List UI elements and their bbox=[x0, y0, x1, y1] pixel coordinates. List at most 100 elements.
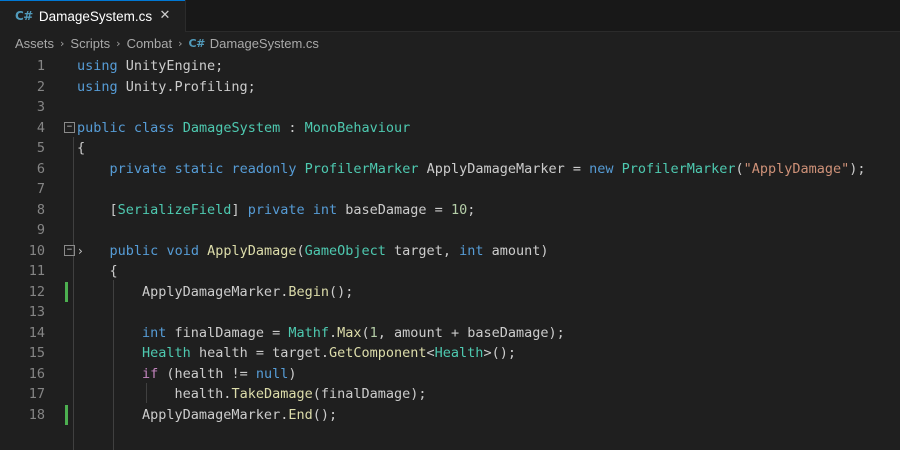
code-token: >(); bbox=[483, 345, 516, 362]
chevron-right-icon: › bbox=[60, 36, 65, 50]
line-number: 17 bbox=[28, 386, 45, 403]
code-text: [SerializeField] private int baseDamage … bbox=[77, 201, 476, 218]
code-token: baseDamage = bbox=[337, 201, 451, 218]
code-token: "ApplyDamage" bbox=[743, 160, 850, 177]
code-token: End bbox=[288, 406, 313, 423]
code-token: (); bbox=[328, 283, 354, 300]
code-text: { bbox=[77, 140, 85, 156]
code-line[interactable]: 9 bbox=[0, 220, 900, 241]
code-token: using bbox=[77, 58, 118, 75]
code-line[interactable]: 16 if (health != null) bbox=[0, 364, 900, 385]
code-token: ( bbox=[735, 160, 744, 177]
breadcrumb-item-file[interactable]: C# DamageSystem.cs bbox=[189, 36, 319, 51]
code-line[interactable]: 18 ApplyDamageMarker.End(); bbox=[0, 404, 900, 426]
code-text: health.TakeDamage(finalDamage); bbox=[77, 386, 427, 402]
fold-collapse-icon[interactable]: − bbox=[64, 245, 75, 257]
code-line[interactable]: 17 health.TakeDamage(finalDamage); bbox=[0, 384, 900, 405]
code-token: GameObject bbox=[304, 242, 386, 259]
code-token: ProfilerMarker bbox=[621, 160, 736, 177]
fold-collapse-icon[interactable]: − bbox=[64, 122, 75, 134]
code-line[interactable]: 6 private static readonly ProfilerMarker… bbox=[0, 159, 900, 180]
code-token: 1 bbox=[369, 324, 378, 341]
line-number: 18 bbox=[28, 406, 45, 423]
code-line[interactable]: 1 using UnityEngine; bbox=[0, 56, 900, 77]
code-text: { bbox=[77, 263, 118, 279]
breadcrumb-file-label: DamageSystem.cs bbox=[209, 35, 319, 51]
code-token: TakeDamage bbox=[231, 386, 313, 403]
csharp-file-icon: C# bbox=[188, 36, 206, 50]
line-number: 16 bbox=[28, 365, 45, 382]
code-token: private bbox=[109, 160, 167, 177]
editor-tab-damagesystem[interactable]: C# DamageSystem.cs ✕ bbox=[0, 0, 186, 32]
code-token: void bbox=[166, 242, 199, 259]
line-number: 2 bbox=[36, 78, 45, 95]
code-line[interactable]: 10− › public void ApplyDamage(GameObject … bbox=[0, 241, 900, 262]
code-line[interactable]: 15 Health health = target.GetComponent<H… bbox=[0, 343, 900, 364]
code-text: ApplyDamageMarker.Begin(); bbox=[77, 284, 353, 300]
code-token: static bbox=[174, 160, 224, 177]
code-line[interactable]: 5{ bbox=[0, 138, 900, 159]
code-token: finalDamage = bbox=[166, 324, 289, 341]
code-token: UnityEngine; bbox=[117, 58, 224, 75]
code-token: Health bbox=[434, 345, 484, 362]
code-token: (); bbox=[312, 406, 338, 423]
code-token: ApplyDamageMarker. bbox=[77, 406, 289, 423]
code-token: ApplyDamageMarker = bbox=[418, 160, 590, 177]
code-token: public bbox=[77, 119, 126, 136]
breadcrumb-item-scripts[interactable]: Scripts bbox=[70, 36, 110, 51]
code-token: Begin bbox=[288, 283, 329, 300]
code-token: int bbox=[459, 242, 484, 259]
code-token: ( bbox=[296, 242, 305, 259]
code-line[interactable]: 14 int finalDamage = Mathf.Max(1, amount… bbox=[0, 323, 900, 344]
code-token: using bbox=[77, 78, 118, 95]
code-token: health = target. bbox=[190, 345, 329, 362]
code-line[interactable]: 8 [SerializeField] private int baseDamag… bbox=[0, 200, 900, 221]
code-editor[interactable]: 1 using UnityEngine; 2 using Unity.Profilin… bbox=[0, 55, 900, 450]
code-token: target, bbox=[385, 242, 460, 259]
code-line[interactable]: 4 − public class DamageSystem : MonoBehavi… bbox=[0, 118, 900, 139]
line-number: 3 bbox=[36, 99, 45, 116]
code-token: : bbox=[280, 119, 305, 136]
csharp-file-icon: C# bbox=[15, 9, 33, 23]
line-number: 14 bbox=[28, 324, 45, 341]
modified-line-indicator[interactable] bbox=[65, 404, 68, 425]
code-token: new bbox=[589, 160, 614, 177]
code-token: Unity.Profiling; bbox=[117, 78, 256, 95]
code-text: private static readonly ProfilerMarker A… bbox=[77, 161, 866, 177]
breadcrumb-item-combat[interactable]: Combat bbox=[127, 36, 173, 51]
code-token: class bbox=[133, 119, 175, 136]
code-token: private bbox=[247, 201, 305, 218]
line-number: 6 bbox=[36, 160, 45, 177]
code-line[interactable]: 7 bbox=[0, 179, 900, 200]
line-number: 9 bbox=[36, 222, 45, 239]
code-text: public class DamageSystem : MonoBehaviou… bbox=[77, 120, 410, 136]
code-token: Mathf bbox=[288, 324, 329, 341]
code-line[interactable]: 3 bbox=[0, 97, 900, 118]
modified-line-indicator[interactable] bbox=[65, 281, 68, 302]
code-token: 10 bbox=[450, 201, 468, 218]
tab-bar: C# DamageSystem.cs ✕ bbox=[0, 0, 900, 32]
code-token: ( bbox=[361, 324, 370, 341]
code-text: public void ApplyDamage(GameObject targe… bbox=[77, 243, 549, 259]
line-number: 7 bbox=[36, 181, 45, 198]
line-number: 8 bbox=[36, 201, 45, 218]
code-text: using UnityEngine; bbox=[77, 58, 223, 74]
code-token: public bbox=[109, 242, 159, 259]
code-line[interactable]: 12 ApplyDamageMarker.Begin(); bbox=[0, 281, 900, 303]
code-line[interactable]: 2 using Unity.Profiling; bbox=[0, 77, 900, 98]
breadcrumb-item-assets[interactable]: Assets bbox=[15, 36, 54, 51]
code-line[interactable]: 13 bbox=[0, 302, 900, 323]
chevron-right-icon: › bbox=[116, 36, 121, 50]
code-token: ApplyDamage bbox=[207, 242, 297, 259]
code-line[interactable]: 11 { bbox=[0, 261, 900, 282]
close-icon[interactable]: ✕ bbox=[157, 8, 173, 24]
code-token: amount) bbox=[483, 242, 549, 259]
